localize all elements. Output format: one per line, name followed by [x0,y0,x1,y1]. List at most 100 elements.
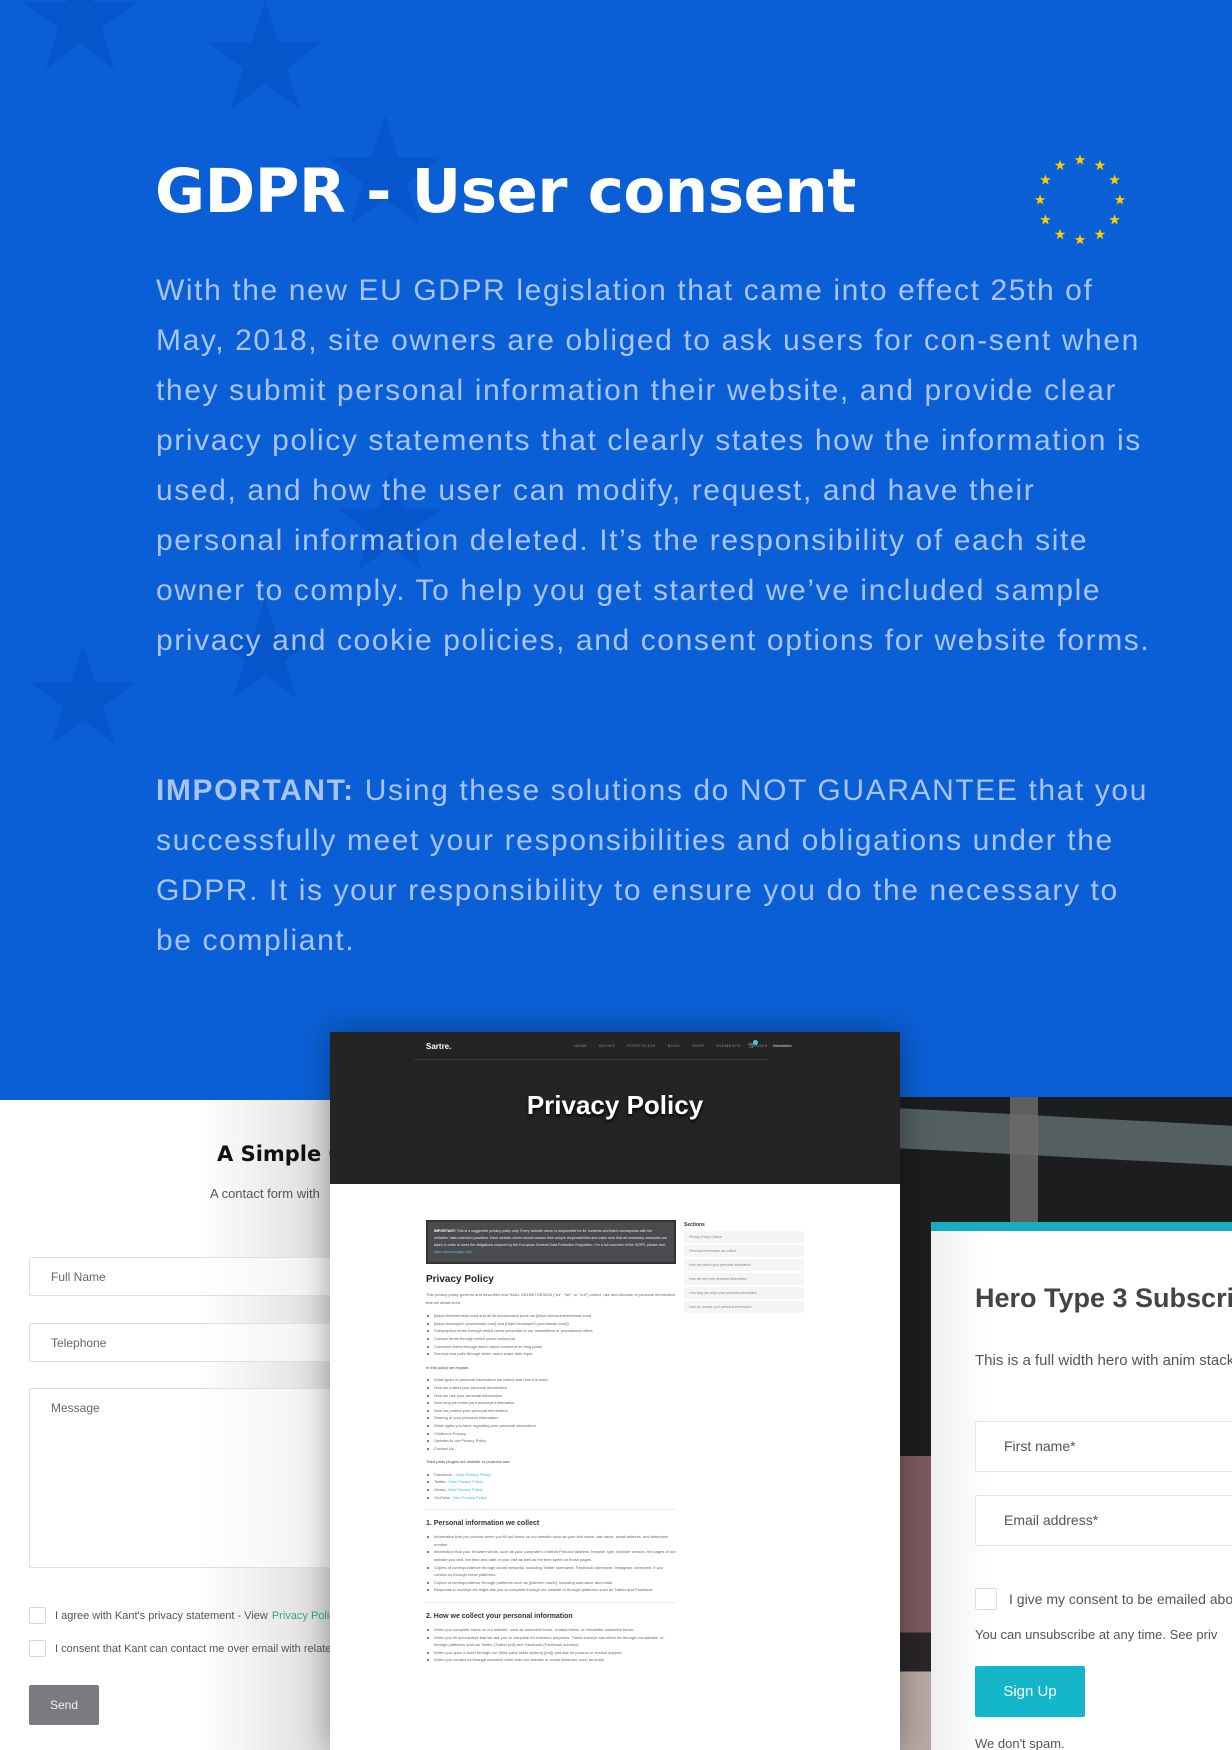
contact-form-title: A Simple C [217,1142,332,1166]
send-button[interactable]: Send [29,1685,99,1725]
list-item: [https://themeforest.com] and all its su… [426,1312,676,1320]
consent-label: I give my consent to be emailed abo [1009,1591,1232,1607]
privacy-policy-link[interactable]: Privacy Policy [272,1610,332,1622]
plugin-privacy-link[interactable]: View Privacy Policy [456,1472,491,1477]
flag-star-icon [1094,159,1106,171]
sections-title: Sections [684,1222,705,1228]
plugins-list: Facebook – View Privacy Policy Twitter- … [426,1471,676,1501]
list-item: Contact forms through which users contac… [426,1335,676,1343]
subscription-description: This is a full width hero with anim stac… [975,1352,1232,1369]
list-item: Children's Privacy [426,1430,676,1438]
important-notice: IMPORTANT: Using these solutions do NOT … [156,766,1156,966]
sidebar-item[interactable]: How long we retain your personal informa… [684,1287,804,1299]
eu-flag-icon [1023,143,1137,257]
important-disclaimer: IMPORTANT: This is a suggestive privacy … [426,1220,676,1264]
list-item: Sharing of your personal information [426,1414,676,1422]
gdpr-link[interactable]: https://www.eugdpr.org/ [434,1250,472,1254]
sign-up-button[interactable]: Sign Up [975,1666,1085,1717]
checkbox-box[interactable] [975,1588,997,1610]
email-consent-checkbox[interactable]: I give my consent to be emailed abo [975,1588,1232,1610]
nav-item-blog[interactable]: BLOG [668,1043,680,1048]
explain-list: What types of personal information we co… [426,1376,676,1452]
privacy-consent-checkbox[interactable]: I agree with Kant's privacy statement - … [29,1607,332,1624]
flag-star-icon [1034,194,1046,205]
plugin-privacy-link[interactable]: View Privacy Policy [448,1479,483,1484]
telephone-input[interactable]: Telephone [29,1323,332,1362]
photo-detail [900,1108,1232,1166]
policy-intro: This privacy policy governs and describe… [426,1292,675,1305]
plugin-privacy-link[interactable]: View Privacy Policy [452,1495,487,1500]
list-item: Information that you provide when you fi… [426,1533,676,1548]
list-item: Copies of correspondence through platfor… [426,1579,676,1587]
list-item: When you open a ticket through our [thir… [426,1649,676,1657]
flag-star-icon [1054,159,1066,171]
first-name-input[interactable]: First name* [975,1421,1232,1472]
plugins-label: Third party plugins our website or produ… [426,1459,511,1465]
sources-list: [https://themeforest.com] and all its su… [426,1312,676,1358]
site-logo[interactable]: Sartre. [426,1042,451,1051]
checkbox-box[interactable] [29,1607,46,1624]
privacy-policy-preview: Sartre. HOME BOOKS PORTFOLIOS BLOG SHOP … [330,1032,900,1750]
list-item: When you contact us through channels oth… [426,1656,676,1664]
plugin-name: YouTube- [434,1494,453,1500]
plugin-privacy-link[interactable]: View Privacy Policy [448,1487,483,1492]
sidebar-item[interactable]: Personal information we collect [684,1245,804,1257]
list-item: YouTube- View Privacy Policy [426,1494,676,1502]
gdpr-description: With the new EU GDPR legislation that ca… [156,274,1151,657]
plugin-name: Twitter- [434,1479,449,1485]
header-divider [414,1059,768,1060]
email-address-input[interactable]: Email address* [975,1495,1232,1546]
section-divider [426,1509,676,1511]
nav-item-books[interactable]: BOOKS [599,1043,615,1048]
list-item: What types of personal information we co… [426,1376,676,1384]
flag-star-icon [1109,214,1120,225]
nav-item-home[interactable]: HOME [574,1043,587,1048]
list-item: Facebook – View Privacy Policy [426,1471,676,1479]
site-nav: HOME BOOKS PORTFOLIOS BLOG SHOP ELEMENTS… [574,1043,768,1048]
list-item: Information that your browser sends, suc… [426,1548,676,1563]
section-divider [426,1602,676,1603]
email-consent-checkbox[interactable]: I consent that Kant can contact me over … [29,1640,331,1657]
plugin-name: Facebook – [434,1471,457,1477]
plugin-name: Vimeo- [434,1487,448,1493]
explain-label: In this policy we explain: [426,1364,470,1370]
flag-star-icon [1054,228,1066,240]
policy-heading: Privacy Policy [426,1274,494,1285]
flag-star-icon [1114,194,1126,205]
privacy-consent-label: I agree with Kant's privacy statement - … [55,1609,268,1622]
sidebar-item[interactable]: How we collect your personal information [684,1259,804,1271]
section1-list: Information that you provide when you fi… [426,1533,676,1594]
sidebar-item[interactable]: How we protect your personal information [684,1301,804,1313]
list-item: [https://example2.yourdomain.com] and [h… [426,1320,676,1328]
list-item: When you fill out surveys that we ask yo… [426,1634,676,1649]
email-consent-label: I consent that Kant can contact me over … [55,1642,332,1655]
checkbox-box[interactable] [29,1640,46,1657]
flag-star-icon [1040,174,1051,185]
full-name-input[interactable]: Full Name [29,1257,332,1296]
list-item: Twitter- View Privacy Policy [426,1478,676,1486]
nav-item-portfolios[interactable]: PORTFOLIOS [627,1043,656,1048]
nav-item-shop[interactable]: SHOP [692,1043,705,1048]
list-item: Vimeo- View Privacy Policy [426,1486,676,1494]
privacy-policy-title: Privacy Policy [526,1090,704,1120]
disclaimer-label: IMPORTANT: [434,1229,456,1233]
list-item: How we use your personal information [426,1392,676,1400]
newsletter-link[interactable]: Newsletter [773,1043,792,1048]
list-item: Surveys and polls through which users sh… [426,1350,676,1358]
sidebar-item[interactable]: How we use your personal information [684,1273,804,1285]
nav-item-elements[interactable]: ELEMENTS [717,1043,741,1048]
list-item: Copies of correspondence through social … [426,1564,676,1579]
cart-badge [753,1040,758,1045]
flag-star-icon [1074,234,1086,245]
sections-sidebar: Sections Privacy Policy Outline Personal… [684,1222,804,1315]
gdpr-hero-section: GDPR - User consent With the new EU GDPR… [0,0,1232,1100]
disclaimer-text: This is a suggestive privacy policy only… [434,1229,668,1247]
unsubscribe-note: You can unsubscribe at any time. See pri… [975,1627,1218,1642]
sidebar-item[interactable]: Privacy Policy Outline [684,1231,804,1243]
message-textarea[interactable]: Message [29,1388,332,1568]
page-title: GDPR - User consent [155,156,856,227]
contact-form-subtitle: A contact form with [210,1186,320,1201]
list-item: How we collect your personal information [426,1384,676,1392]
list-item: Updates to our Privacy Policy [426,1437,676,1445]
no-spam-note: We don't spam. [975,1736,1065,1750]
